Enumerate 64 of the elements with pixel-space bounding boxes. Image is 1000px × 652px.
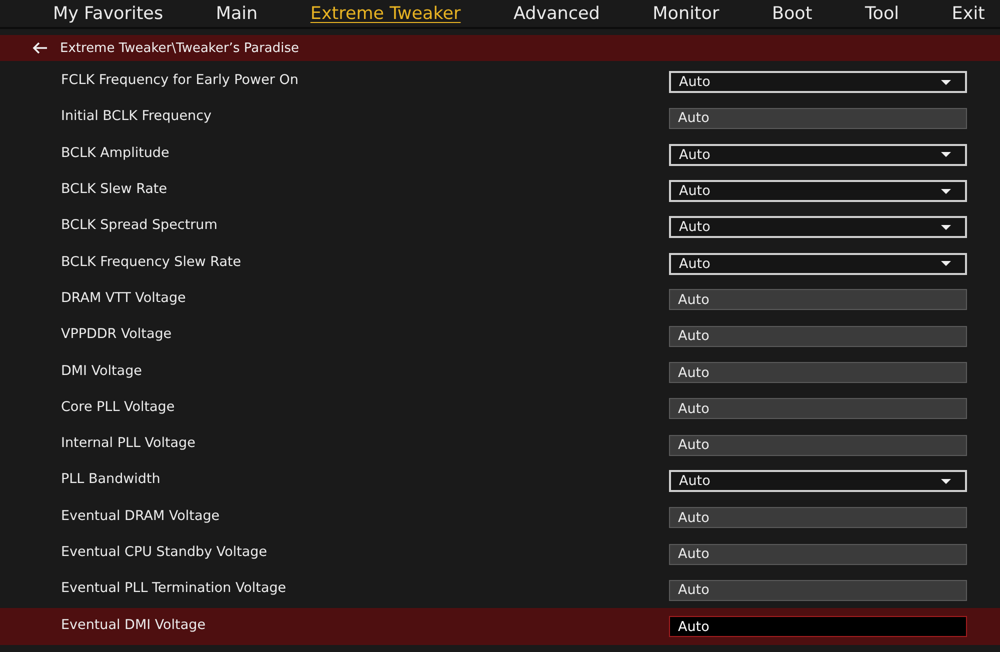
setting-row[interactable]: Eventual DRAM Voltage Auto [0,500,1000,536]
setting-row[interactable]: VPPDDR Voltage Auto [0,318,1000,354]
menu-tab[interactable]: Monitor [652,4,720,24]
setting-label: BCLK Spread Spectrum [61,217,218,234]
dropdown[interactable]: Auto [669,180,967,202]
menu-tab[interactable]: Main [216,4,258,24]
value-field[interactable]: Auto [669,544,967,564]
setting-row[interactable]: DMI Voltage Auto [0,354,1000,391]
caret-icon [941,224,951,230]
value-field[interactable]: Auto [669,398,967,420]
dropdown[interactable]: Auto [669,216,967,238]
setting-row[interactable]: FCLK Frequency for Early Power On Auto [0,64,1000,100]
setting-row[interactable]: BCLK Frequency Slew Rate Auto [0,245,1000,282]
setting-label: Initial BCLK Frequency [61,108,212,124]
setting-label: FCLK Frequency for Early Power On [61,72,298,88]
setting-row[interactable]: BCLK Slew Rate Auto [0,172,1000,210]
dropdown[interactable]: Auto [669,71,967,94]
setting-row[interactable]: Eventual PLL Termination Voltage Auto [0,572,1000,608]
dropdown[interactable]: Auto [669,144,967,166]
value-field[interactable]: Auto [669,362,967,384]
setting-row[interactable]: BCLK Spread Spectrum Auto [0,209,1000,246]
setting-row[interactable]: PLL Bandwidth Auto [0,463,1000,500]
value-field[interactable]: Auto [669,289,967,310]
value-field[interactable]: Auto [669,108,967,129]
value-field[interactable]: Auto [669,507,967,528]
value-field[interactable]: Auto [669,580,967,601]
setting-label: Eventual DRAM Voltage [61,508,220,524]
back-arrow-icon[interactable] [32,42,48,54]
menu-tab[interactable]: Tool [865,4,900,24]
setting-label: DRAM VTT Voltage [61,290,186,306]
dropdown[interactable]: Auto [669,252,967,275]
menu-tab[interactable]: Exit [952,4,985,24]
menu-tab[interactable]: Boot [772,4,812,24]
caret-icon [941,152,951,158]
menu-tab[interactable]: Extreme Tweaker [310,4,461,24]
value-field[interactable]: Auto [669,616,967,638]
setting-label: Internal PLL Voltage [61,435,196,452]
menu-tab[interactable]: Advanced [513,4,600,24]
setting-row[interactable]: Internal PLL Voltage Auto [0,426,1000,464]
dropdown[interactable]: Auto [669,470,967,492]
caret-icon [941,478,951,484]
breadcrumb-path: Extreme Tweaker\Tweaker’s Paradise [60,40,300,56]
setting-label: VPPDDR Voltage [61,326,172,342]
menu-tab[interactable]: My Favorites [53,4,164,24]
setting-row[interactable]: DRAM VTT Voltage Auto [0,282,1000,318]
setting-row[interactable]: BCLK Amplitude Auto [0,136,1000,173]
setting-label: Core PLL Voltage [61,398,175,415]
setting-row[interactable]: Eventual CPU Standby Voltage Auto [0,536,1000,572]
setting-label: Eventual CPU Standby Voltage [61,544,268,560]
setting-row[interactable]: Initial BCLK Frequency Auto [0,100,1000,137]
caret-icon [941,188,951,194]
setting-label: Eventual PLL Termination Voltage [61,580,286,596]
setting-label: DMI Voltage [61,362,142,379]
value-field[interactable]: Auto [669,326,967,347]
setting-row[interactable]: Core PLL Voltage Auto [0,390,1000,427]
setting-label: BCLK Amplitude [61,144,170,161]
value-field[interactable]: Auto [669,434,967,456]
caret-icon [941,261,951,266]
caret-icon [941,80,951,85]
setting-row[interactable]: Eventual DMI Voltage Auto [0,608,1000,645]
setting-label: BCLK Frequency Slew Rate [61,254,242,270]
setting-label: PLL Bandwidth [61,471,160,488]
setting-label: Eventual DMI Voltage [61,616,206,633]
setting-label: BCLK Slew Rate [61,181,168,198]
